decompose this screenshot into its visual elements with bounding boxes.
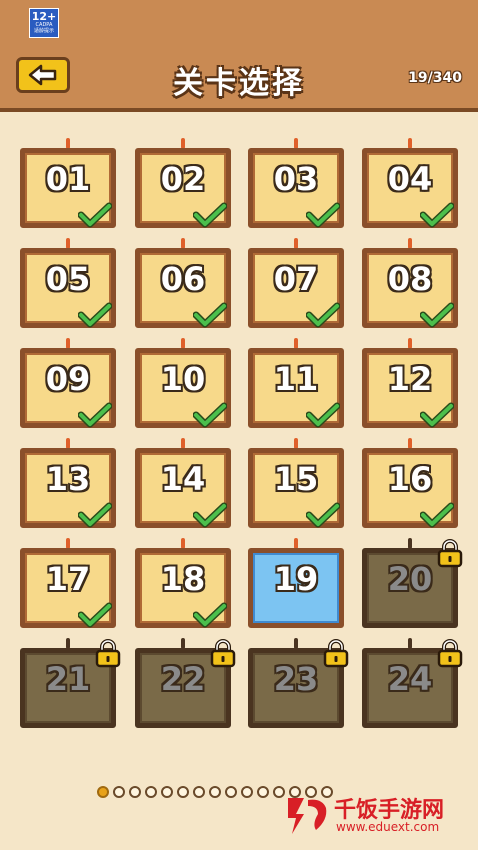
level-number: 18 [160, 560, 206, 598]
level-number: 08 [387, 260, 433, 298]
page-dot[interactable] [177, 786, 189, 798]
check-icon [78, 502, 112, 528]
page-dot[interactable] [97, 786, 109, 798]
level-card[interactable]: 06 [135, 238, 231, 330]
level-card[interactable]: 18 [135, 538, 231, 630]
level-card: 20 [362, 538, 463, 630]
page-dot[interactable] [257, 786, 269, 798]
page-dot[interactable] [225, 786, 237, 798]
level-number: 11 [273, 360, 319, 398]
check-icon [420, 302, 454, 328]
page-dot[interactable] [113, 786, 125, 798]
check-icon [420, 502, 454, 528]
watermark: 千饭手游网 www.eduext.com [282, 790, 472, 842]
level-card[interactable]: 07 [248, 238, 344, 330]
level-number: 01 [45, 160, 91, 198]
level-number: 04 [387, 160, 433, 198]
check-icon [420, 202, 454, 228]
check-icon [193, 202, 227, 228]
level-card[interactable]: 13 [20, 438, 116, 530]
page-dot[interactable] [193, 786, 205, 798]
level-card: 21 [20, 638, 121, 730]
level-card[interactable]: 04 [362, 138, 458, 230]
level-card[interactable]: 05 [20, 238, 116, 330]
watermark-logo-icon [288, 798, 327, 834]
level-number: 05 [45, 260, 91, 298]
check-icon [306, 202, 340, 228]
check-icon [193, 302, 227, 328]
check-icon [193, 402, 227, 428]
page-dot[interactable] [129, 786, 141, 798]
level-card[interactable]: 11 [248, 338, 344, 430]
lock-icon [210, 639, 236, 668]
level-number: 15 [273, 460, 319, 498]
check-icon [306, 402, 340, 428]
lock-icon [437, 639, 463, 668]
level-card[interactable]: 09 [20, 338, 116, 430]
level-card[interactable]: 14 [135, 438, 231, 530]
page-title: 关卡选择 [173, 66, 305, 101]
level-number: 02 [160, 160, 206, 198]
level-card[interactable]: 16 [362, 438, 458, 530]
level-number: 09 [45, 360, 91, 398]
page-dot[interactable] [161, 786, 173, 798]
lock-icon [437, 539, 463, 568]
page-dot[interactable] [241, 786, 253, 798]
page-dot[interactable] [145, 786, 157, 798]
age-rating-badge: 12+ CADPA 适龄提示 [29, 8, 59, 38]
level-number: 07 [273, 260, 319, 298]
level-number: 12 [387, 360, 433, 398]
level-card: 24 [362, 638, 463, 730]
level-number: 10 [160, 360, 206, 398]
level-card[interactable]: 10 [135, 338, 231, 430]
level-number: 17 [45, 560, 91, 598]
check-icon [78, 202, 112, 228]
level-number: 03 [273, 160, 319, 198]
level-card[interactable]: 02 [135, 138, 231, 230]
watermark-url: www.eduext.com [336, 820, 440, 834]
check-icon [78, 602, 112, 628]
level-card[interactable]: 15 [248, 438, 344, 530]
level-number: 13 [45, 460, 91, 498]
check-icon [306, 502, 340, 528]
check-icon [193, 502, 227, 528]
level-card: 22 [135, 638, 236, 730]
level-card[interactable]: 12 [362, 338, 458, 430]
check-icon [78, 302, 112, 328]
page-dot[interactable] [209, 786, 221, 798]
level-number: 19 [273, 560, 319, 598]
check-icon [420, 402, 454, 428]
level-number: 14 [160, 460, 206, 498]
age-rating-note: 适龄提示 [33, 27, 54, 34]
top-bar: 12+ CADPA 适龄提示 关卡选择 19/340 [0, 0, 478, 112]
level-number: 16 [387, 460, 433, 498]
lock-icon [323, 639, 349, 668]
level-card[interactable]: 17 [20, 538, 116, 630]
level-card[interactable]: 08 [362, 238, 458, 330]
level-progress: 19/340 [408, 70, 462, 86]
level-card[interactable]: 01 [20, 138, 116, 230]
level-number: 06 [160, 260, 206, 298]
check-icon [193, 602, 227, 628]
check-icon [78, 402, 112, 428]
level-card[interactable]: 19 [248, 538, 344, 630]
lock-icon [95, 639, 121, 668]
check-icon [306, 302, 340, 328]
level-card: 23 [248, 638, 349, 730]
level-card[interactable]: 03 [248, 138, 344, 230]
